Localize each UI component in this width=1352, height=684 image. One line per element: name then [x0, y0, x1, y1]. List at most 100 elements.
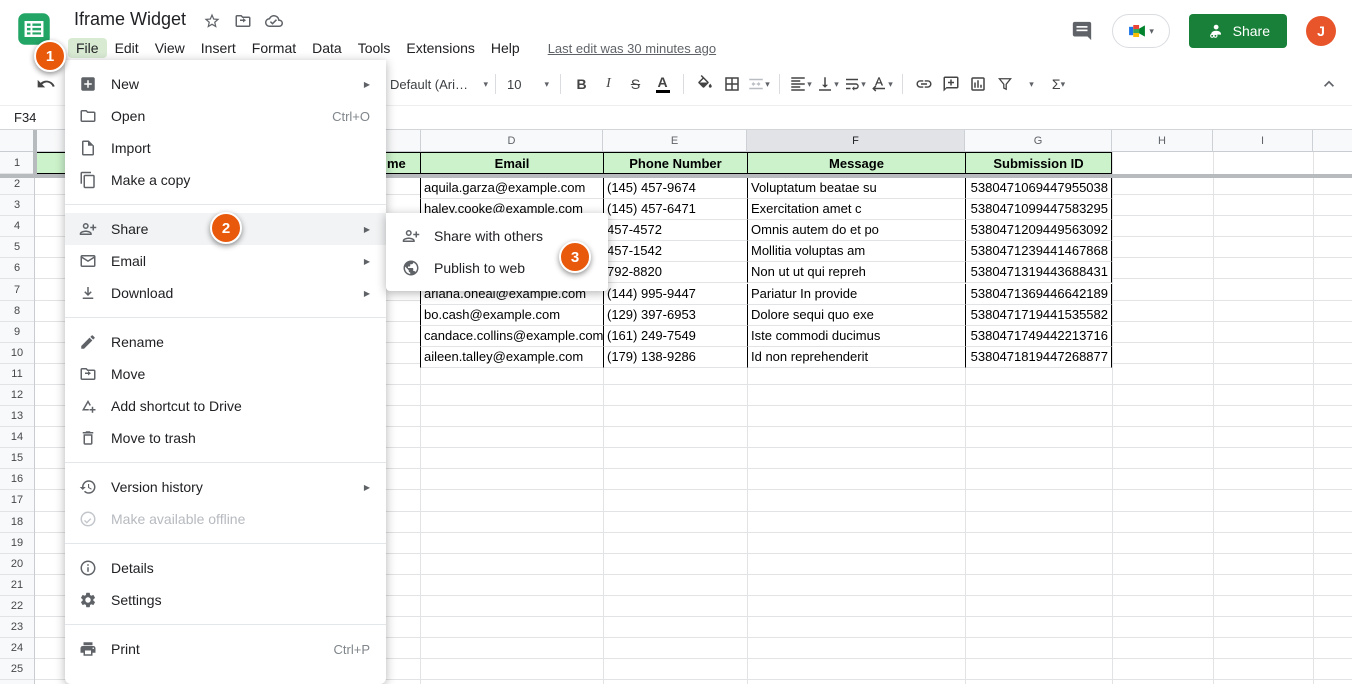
col-header-G[interactable]: G: [965, 130, 1112, 152]
text-rotation-button[interactable]: ▾: [868, 71, 895, 98]
menu-item-download[interactable]: Download ▶: [65, 277, 386, 309]
select-all-corner[interactable]: [0, 130, 35, 152]
document-title[interactable]: Iframe Widget: [74, 9, 186, 30]
text-color-button[interactable]: A: [649, 71, 676, 98]
col-header-I[interactable]: I: [1213, 130, 1313, 152]
row-header-21[interactable]: 21: [0, 575, 34, 596]
row-header-6[interactable]: 6: [0, 258, 34, 279]
menubar-item-extensions[interactable]: Extensions: [398, 38, 482, 58]
cell-D10[interactable]: aileen.talley@example.com: [420, 347, 603, 368]
cell-E9[interactable]: (161) 249-7549: [603, 326, 747, 347]
undo-icon[interactable]: [36, 74, 56, 94]
insert-chart-button[interactable]: [964, 71, 991, 98]
cloud-saved-icon[interactable]: [265, 12, 283, 30]
row-header-19[interactable]: 19: [0, 533, 34, 554]
avatar[interactable]: J: [1306, 16, 1336, 46]
filter-views-caret[interactable]: ▾: [1018, 71, 1045, 98]
font-size-select[interactable]: 10 ▾: [503, 77, 553, 92]
row-header-23[interactable]: 23: [0, 617, 34, 638]
menu-item-open[interactable]: Open Ctrl+O: [65, 100, 386, 132]
cell-F7[interactable]: Pariatur In provide: [747, 284, 965, 305]
menubar-item-data[interactable]: Data: [304, 38, 350, 58]
italic-button[interactable]: I: [595, 71, 622, 98]
row-header-18[interactable]: 18: [0, 512, 34, 533]
filter-button[interactable]: [991, 71, 1018, 98]
row-header-5[interactable]: 5: [0, 237, 34, 258]
cell-F3[interactable]: Exercitation amet c: [747, 199, 965, 220]
col-header-D[interactable]: D: [420, 130, 603, 152]
cell-E5[interactable]: 457-1542: [603, 241, 747, 262]
row-header-3[interactable]: 3: [0, 195, 34, 216]
row-header-1[interactable]: 1: [0, 152, 34, 174]
row-header-25[interactable]: 25: [0, 659, 34, 680]
cell-G8[interactable]: 5380471719441535582: [965, 305, 1112, 326]
last-edit-link[interactable]: Last edit was 30 minutes ago: [548, 41, 716, 56]
row-header-16[interactable]: 16: [0, 469, 34, 490]
menu-item-rename[interactable]: Rename: [65, 326, 386, 358]
cell-F5[interactable]: Mollitia voluptas am: [747, 241, 965, 262]
menubar-item-insert[interactable]: Insert: [193, 38, 244, 58]
fill-color-button[interactable]: [691, 71, 718, 98]
cell-G2[interactable]: 5380471069447955038: [965, 178, 1112, 199]
menu-item-make-a-copy[interactable]: Make a copy: [65, 164, 386, 196]
row-header-4[interactable]: 4: [0, 216, 34, 237]
insert-comment-button[interactable]: [937, 71, 964, 98]
row-header-12[interactable]: 12: [0, 385, 34, 406]
cell-F10[interactable]: Id non reprehenderit: [747, 347, 965, 368]
share-button[interactable]: Share: [1189, 14, 1287, 48]
menu-item-email[interactable]: Email ▶: [65, 245, 386, 277]
header-cell-submission-id[interactable]: Submission ID: [965, 152, 1112, 174]
menubar-item-help[interactable]: Help: [483, 38, 528, 58]
font-family-select[interactable]: Default (Ari… ▾: [390, 77, 488, 92]
col-header-F[interactable]: F: [747, 130, 965, 152]
frozen-col-bar[interactable]: [33, 130, 37, 178]
menu-item-details[interactable]: Details: [65, 552, 386, 584]
cell-G3[interactable]: 5380471099447583295: [965, 199, 1112, 220]
header-cell-message[interactable]: Message: [747, 152, 965, 174]
cell-E3[interactable]: (145) 457-6471: [603, 199, 747, 220]
vertical-align-button[interactable]: ▾: [814, 71, 841, 98]
menu-item-move[interactable]: Move: [65, 358, 386, 390]
name-box[interactable]: F34: [14, 110, 36, 125]
cell-E6[interactable]: 792-8820: [603, 262, 747, 283]
menu-item-add-shortcut-to-drive[interactable]: Add shortcut to Drive: [65, 390, 386, 422]
hide-menus-icon[interactable]: [1319, 74, 1339, 94]
menubar-item-edit[interactable]: Edit: [107, 38, 147, 58]
comment-history-icon[interactable]: [1071, 20, 1093, 42]
cell-E10[interactable]: (179) 138-9286: [603, 347, 747, 368]
row-header-14[interactable]: 14: [0, 427, 34, 448]
cell-D2[interactable]: aquila.garza@example.com: [420, 178, 603, 199]
header-cell-email[interactable]: Email: [420, 152, 603, 174]
menu-item-new[interactable]: New ▶: [65, 68, 386, 100]
cell-G4[interactable]: 5380471209449563092: [965, 220, 1112, 241]
cell-D8[interactable]: bo.cash@example.com: [420, 305, 603, 326]
cell-E2[interactable]: (145) 457-9674: [603, 178, 747, 199]
menu-item-print[interactable]: Print Ctrl+P: [65, 633, 386, 665]
cell-F8[interactable]: Dolore sequi quo exe: [747, 305, 965, 326]
row-header-24[interactable]: 24: [0, 638, 34, 659]
text-wrap-button[interactable]: ▾: [841, 71, 868, 98]
cell-F9[interactable]: Iste commodi ducimus: [747, 326, 965, 347]
menu-item-import[interactable]: Import: [65, 132, 386, 164]
cell-F2[interactable]: Voluptatum beatae su: [747, 178, 965, 199]
row-header-20[interactable]: 20: [0, 554, 34, 575]
cell-E8[interactable]: (129) 397-6953: [603, 305, 747, 326]
row-header-7[interactable]: 7: [0, 279, 34, 300]
menubar-item-format[interactable]: Format: [244, 38, 304, 58]
col-header-H[interactable]: H: [1112, 130, 1213, 152]
menu-item-version-history[interactable]: Version history ▶: [65, 471, 386, 503]
menu-item-settings[interactable]: Settings: [65, 584, 386, 616]
menubar-item-view[interactable]: View: [147, 38, 193, 58]
col-header-E[interactable]: E: [603, 130, 747, 152]
menubar-item-file[interactable]: File: [68, 38, 107, 58]
star-icon[interactable]: [203, 12, 221, 30]
cell-D9[interactable]: candace.collins@example.com: [420, 326, 603, 347]
bold-button[interactable]: B: [568, 71, 595, 98]
meet-button[interactable]: ▾: [1112, 14, 1170, 48]
row-header-9[interactable]: 9: [0, 322, 34, 343]
cell-G6[interactable]: 5380471319443688431: [965, 262, 1112, 283]
insert-link-button[interactable]: [910, 71, 937, 98]
menubar-item-tools[interactable]: Tools: [350, 38, 399, 58]
row-header-22[interactable]: 22: [0, 596, 34, 617]
row-header-11[interactable]: 11: [0, 364, 34, 385]
